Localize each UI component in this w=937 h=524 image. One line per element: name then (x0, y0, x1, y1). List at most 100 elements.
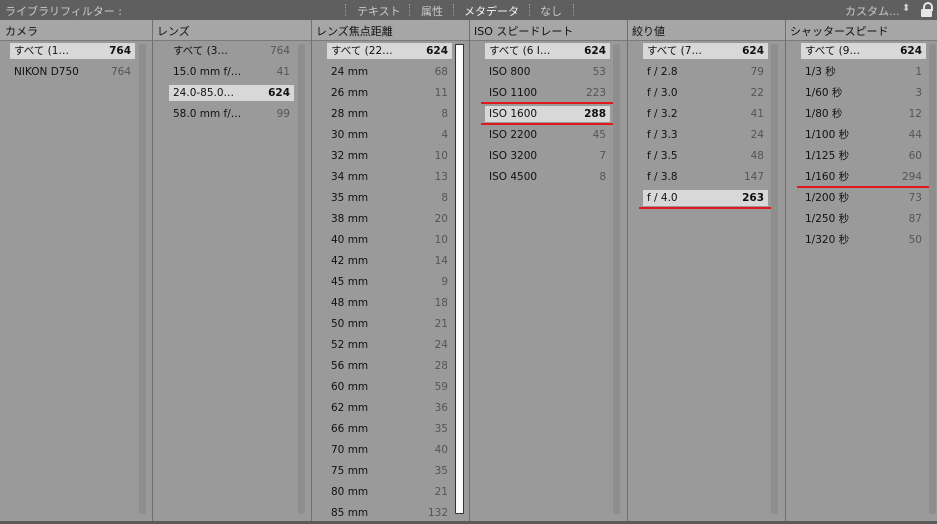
scrollbar[interactable] (929, 44, 936, 514)
filter-row[interactable]: NIKON D750 764 (10, 64, 135, 80)
column-header[interactable]: シャッタースピード (790, 23, 888, 39)
column-header[interactable]: レンズ (157, 23, 190, 39)
row-count: 624 (900, 45, 922, 57)
filter-row[interactable]: すべて (3… 764 (169, 43, 294, 59)
preset-dropdown[interactable]: カスタム... (845, 3, 900, 19)
row-count: 40 (434, 444, 448, 456)
row-label: 1/160 秒 (805, 171, 850, 183)
filter-row[interactable]: f / 2.8 79 (643, 64, 768, 80)
row-label: ISO 800 (489, 66, 531, 78)
row-count: 624 (584, 45, 606, 57)
filter-row[interactable]: 1/100 秒 44 (801, 127, 926, 143)
column-divider (627, 20, 628, 524)
filter-row[interactable]: ISO 800 53 (485, 64, 610, 80)
filter-row[interactable]: ISO 1600 288 (485, 106, 610, 122)
filter-row[interactable]: 50 mm 21 (327, 316, 452, 332)
filter-row[interactable]: すべて (7… 624 (643, 43, 768, 59)
scrollbar[interactable] (455, 44, 464, 514)
row-label: 24.0-85.0… (173, 87, 235, 99)
filter-row[interactable]: 1/60 秒 3 (801, 85, 926, 101)
column-header[interactable]: カメラ (5, 23, 38, 39)
filter-row[interactable]: f / 3.2 41 (643, 106, 768, 122)
row-label: ISO 1600 (489, 108, 538, 120)
row-label: f / 3.8 (647, 171, 678, 183)
tab-none[interactable]: なし (540, 3, 562, 19)
scrollbar[interactable] (298, 44, 305, 514)
annotation-underline (639, 207, 774, 209)
filter-row[interactable]: 1/320 秒 50 (801, 232, 926, 248)
row-label: 75 mm (331, 465, 369, 477)
filter-row[interactable]: ISO 1100 223 (485, 85, 610, 101)
column-header[interactable]: ISO スピードレート (474, 23, 573, 39)
chevron-updown-icon[interactable]: ⬍ (902, 3, 910, 14)
row-count: 59 (434, 381, 448, 393)
filter-row[interactable]: 1/3 秒 1 (801, 64, 926, 80)
library-filter-title: ライブラリフィルター : (5, 5, 122, 18)
filter-row[interactable]: ISO 4500 8 (485, 169, 610, 185)
row-label: すべて (3… (173, 45, 228, 57)
scrollbar[interactable] (139, 44, 146, 514)
filter-row[interactable]: 26 mm 11 (327, 85, 452, 101)
separator (453, 4, 455, 16)
filter-row[interactable]: 62 mm 36 (327, 400, 452, 416)
row-label: NIKON D750 (14, 66, 79, 78)
filter-row[interactable]: 30 mm 4 (327, 127, 452, 143)
filter-row[interactable]: 58.0 mm f/… 99 (169, 106, 294, 122)
filter-row[interactable]: すべて (9… 624 (801, 43, 926, 59)
filter-row[interactable]: 38 mm 20 (327, 211, 452, 227)
row-label: 1/80 秒 (805, 108, 843, 120)
filter-row[interactable]: 42 mm 14 (327, 253, 452, 269)
row-label: 1/250 秒 (805, 213, 850, 225)
row-count: 8 (441, 108, 448, 120)
column-header[interactable]: 絞り値 (632, 23, 665, 39)
filter-row[interactable]: 1/80 秒 12 (801, 106, 926, 122)
filter-row[interactable]: f / 3.5 48 (643, 148, 768, 164)
scrollbar[interactable] (771, 44, 778, 514)
tab-attribute[interactable]: 属性 (421, 3, 443, 19)
filter-row[interactable]: 32 mm 10 (327, 148, 452, 164)
filter-row[interactable]: 1/160 秒 294 (801, 169, 926, 185)
row-label: 1/200 秒 (805, 192, 850, 204)
filter-row[interactable]: 1/125 秒 60 (801, 148, 926, 164)
filter-row[interactable]: 80 mm 21 (327, 484, 452, 500)
filter-row[interactable]: 24.0-85.0… 624 (169, 85, 294, 101)
filter-row[interactable]: f / 3.8 147 (643, 169, 768, 185)
filter-row[interactable]: 66 mm 35 (327, 421, 452, 437)
filter-row[interactable]: 45 mm 9 (327, 274, 452, 290)
filter-row[interactable]: 28 mm 8 (327, 106, 452, 122)
filter-row[interactable]: 52 mm 24 (327, 337, 452, 353)
filter-row[interactable]: 70 mm 40 (327, 442, 452, 458)
filter-row[interactable]: 34 mm 13 (327, 169, 452, 185)
row-count: 36 (434, 402, 448, 414)
row-label: 1/60 秒 (805, 87, 843, 99)
tab-text[interactable]: テキスト (357, 3, 401, 19)
filter-row[interactable]: 1/200 秒 73 (801, 190, 926, 206)
filter-row[interactable]: f / 3.0 22 (643, 85, 768, 101)
row-count: 132 (427, 507, 448, 519)
filter-row[interactable]: 56 mm 28 (327, 358, 452, 374)
annotation-underline (481, 123, 616, 125)
filter-row[interactable]: ISO 3200 7 (485, 148, 610, 164)
filter-row[interactable]: 75 mm 35 (327, 463, 452, 479)
scrollbar[interactable] (613, 44, 620, 514)
filter-row[interactable]: すべて (1… 764 (10, 43, 135, 59)
column-header[interactable]: レンズ焦点距離 (316, 23, 393, 39)
filter-row[interactable]: ISO 2200 45 (485, 127, 610, 143)
filter-row[interactable]: 35 mm 8 (327, 190, 452, 206)
filter-row[interactable]: 40 mm 10 (327, 232, 452, 248)
filter-row[interactable]: 85 mm 132 (327, 505, 452, 521)
filter-row[interactable]: f / 3.3 24 (643, 127, 768, 143)
filter-row[interactable]: f / 4.0 263 (643, 190, 768, 206)
tab-metadata[interactable]: メタデータ (464, 3, 519, 19)
filter-row[interactable]: 15.0 mm f/… 41 (169, 64, 294, 80)
filter-row[interactable]: 60 mm 59 (327, 379, 452, 395)
filter-row[interactable]: 1/250 秒 87 (801, 211, 926, 227)
filter-row[interactable]: すべて (6 I… 624 (485, 43, 610, 59)
annotation-underline (481, 102, 616, 104)
row-count: 3 (915, 87, 922, 99)
filter-row[interactable]: すべて (22… 624 (327, 43, 452, 59)
filter-row[interactable]: 48 mm 18 (327, 295, 452, 311)
filter-row[interactable]: 24 mm 68 (327, 64, 452, 80)
lock-icon[interactable] (920, 2, 934, 18)
row-count: 624 (426, 45, 448, 57)
